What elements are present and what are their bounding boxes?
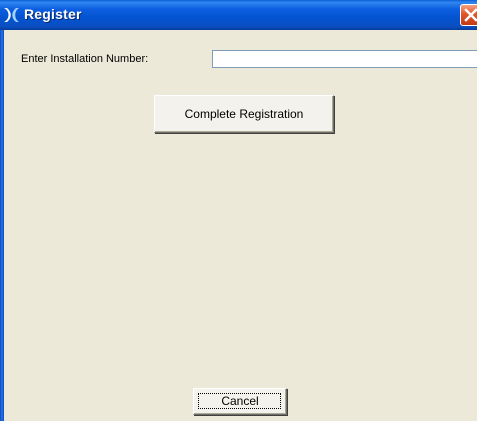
title-bar[interactable]: Register xyxy=(0,0,477,30)
close-icon xyxy=(464,8,477,22)
installation-number-input[interactable] xyxy=(212,50,477,68)
window-title: Register xyxy=(24,6,82,22)
window-border xyxy=(0,30,4,421)
cancel-button-label: Cancel xyxy=(221,394,259,408)
close-button[interactable] xyxy=(460,4,477,26)
complete-registration-button[interactable]: Complete Registration xyxy=(154,95,334,133)
installation-number-label: Enter Installation Number: xyxy=(21,53,149,65)
app-logo-icon xyxy=(4,8,19,22)
register-window: Register Enter Installation Number: Comp… xyxy=(0,0,477,421)
cancel-button[interactable]: Cancel xyxy=(193,388,287,415)
